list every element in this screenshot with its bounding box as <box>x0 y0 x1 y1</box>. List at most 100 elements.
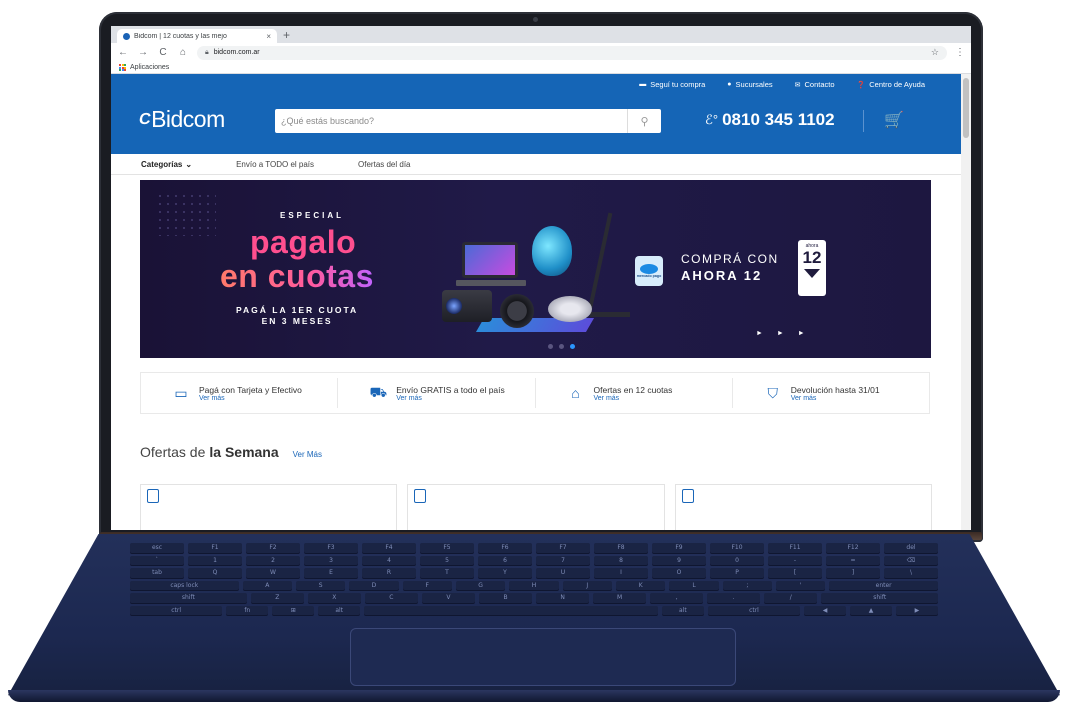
keyboard-key: F2 <box>246 543 300 553</box>
feature-tarjeta[interactable]: ▭ Pagá con Tarjeta y Efectivo Ver más <box>141 378 339 408</box>
keyboard-key: tab <box>130 568 184 578</box>
topnav-ayuda[interactable]: ❓ Centro de Ayuda <box>857 80 925 89</box>
keyboard-key: caps lock <box>130 580 239 590</box>
product-card[interactable] <box>407 484 665 530</box>
feature-link[interactable]: Ver más <box>199 395 302 402</box>
search-icon[interactable]: ⚲ <box>627 109 661 133</box>
cart-icon[interactable]: 🛒 <box>884 110 904 130</box>
keyboard-key: H <box>509 580 559 590</box>
trackpad <box>350 628 736 686</box>
keyboard-key: L <box>669 580 719 590</box>
keyboard-key: esc <box>130 543 184 553</box>
product-card[interactable] <box>674 484 932 530</box>
mercadopago-label: mercado pago <box>636 273 662 278</box>
feature-envio[interactable]: ⛟ Envío GRATIS a todo el país Ver más <box>338 378 536 408</box>
home-icon[interactable]: ⌂ <box>177 47 189 58</box>
banner-products-image <box>440 208 640 338</box>
shield-check-icon: ⛉ <box>767 384 779 401</box>
browser-tab[interactable]: Bidcom | 12 cuotas y las mejo × <box>117 29 277 43</box>
feature-link[interactable]: Ver más <box>791 395 880 402</box>
browser-menu-icon[interactable]: ⋮ <box>955 47 965 58</box>
keyboard-key: N <box>536 593 590 603</box>
categories-menu[interactable]: Categorías ⌄ <box>141 160 192 169</box>
keyboard-key: F11 <box>768 543 822 553</box>
robot-vacuum-image <box>548 296 592 322</box>
slider-arrows-icon[interactable]: ► ► ► <box>756 330 811 337</box>
keyboard-key: I <box>594 568 648 578</box>
slider-dot[interactable] <box>559 344 564 349</box>
laptop-screen: Bidcom | 12 cuotas y las mejo × + ← → C … <box>111 26 971 530</box>
keyboard-key: enter <box>829 580 938 590</box>
search-input[interactable] <box>275 116 627 126</box>
apps-grid-icon[interactable] <box>119 64 126 71</box>
keyboard-key: 0 <box>710 555 764 565</box>
feature-devolucion[interactable]: ⛉ Devolución hasta 31/01 Ver más <box>733 378 929 408</box>
product-card[interactable] <box>140 484 398 530</box>
keyboard-row: shift Z X C V B N M,. / shift <box>130 593 939 603</box>
web-page: ▬ Seguí tu compra ● Sucursales ✉ Contact… <box>111 74 961 530</box>
bidcom-logo[interactable]: C Bidcom <box>137 106 226 133</box>
keyboard-key: F <box>402 580 452 590</box>
page-scrollbar[interactable] <box>961 74 971 530</box>
slider-dot[interactable] <box>570 344 575 349</box>
keyboard-key: ctrl <box>707 605 801 615</box>
keyboard-key: ctrl <box>130 605 223 615</box>
catbar-link-envio[interactable]: Envío a TODO el país <box>236 160 314 169</box>
keyboard-key: J <box>562 580 612 590</box>
keyboard-key: - <box>768 555 822 565</box>
banner-subtitle-1: PAGÁ LA 1ER CUOTA <box>236 305 359 315</box>
categories-label: Categorías <box>141 159 183 169</box>
topnav-contacto[interactable]: ✉ Contacto <box>795 80 835 89</box>
keyboard-key: F5 <box>420 543 474 553</box>
bookmark-apps-label[interactable]: Aplicaciones <box>130 64 169 71</box>
new-tab-button[interactable]: + <box>283 28 290 42</box>
close-icon[interactable]: × <box>266 32 271 41</box>
calendar-icon <box>147 489 159 503</box>
hero-banner[interactable]: ESPECIAL pagalo en cuotas PAGÁ LA 1ER CU… <box>140 180 931 358</box>
keyboard-key: fn <box>226 605 269 615</box>
topnav-label: Contacto <box>804 80 835 89</box>
feature-cuotas[interactable]: ⌂ Ofertas en 12 cuotas Ver más <box>536 378 733 408</box>
header-divider <box>863 110 864 132</box>
catbar-link-ofertas[interactable]: Ofertas del día <box>358 160 410 169</box>
keyboard-key: U <box>536 568 590 578</box>
scrollbar-thumb[interactable] <box>963 78 969 138</box>
ver-mas-link[interactable]: Ver Más <box>293 450 322 459</box>
bookmark-star-icon[interactable]: ☆ <box>931 47 939 58</box>
banner-dot-pattern <box>156 192 216 236</box>
keyboard-key: C <box>364 593 418 603</box>
keyboard-key: M <box>593 593 647 603</box>
reload-icon[interactable]: C <box>157 47 169 58</box>
keyboard-key: 1 <box>188 555 242 565</box>
ahora12-number: 12 <box>802 248 822 267</box>
banner-compra-2: AHORA 12 <box>681 267 763 283</box>
slider-dot[interactable] <box>548 344 553 349</box>
topnav-sucursales[interactable]: ● Sucursales <box>727 80 772 89</box>
forward-icon[interactable]: → <box>137 47 149 58</box>
topnav-seguimiento[interactable]: ▬ Seguí tu compra <box>639 80 705 89</box>
feature-title: Pagá con Tarjeta y Efectivo <box>199 384 302 395</box>
keyboard-key <box>364 605 658 615</box>
category-bar: Categorías ⌄ Envío a TODO el país Oferta… <box>111 154 961 175</box>
keyboard-key: F4 <box>362 543 416 553</box>
address-bar[interactable]: 🔒︎ bidcom.com.ar ☆ <box>197 45 947 60</box>
keyboard-key: Z <box>250 593 304 603</box>
keyboard-key: shift <box>130 593 247 603</box>
keyboard-key: alt <box>661 605 704 615</box>
keyboard-key: T <box>420 568 474 578</box>
keyboard-key: S <box>295 580 346 590</box>
top-nav: ▬ Seguí tu compra ● Sucursales ✉ Contact… <box>639 80 925 89</box>
back-icon[interactable]: ← <box>117 47 129 58</box>
feature-link[interactable]: Ver más <box>594 395 673 402</box>
site-header: ▬ Seguí tu compra ● Sucursales ✉ Contact… <box>111 74 961 154</box>
keyboard-key: ' <box>776 580 826 590</box>
browser-toolbar: ← → C ⌂ 🔒︎ bidcom.com.ar ☆ ⋮ <box>111 43 971 62</box>
keyboard-row: ctrl fn ⊞ alt alt ctrl ◀ ▲ ▶ <box>130 605 938 615</box>
tag-icon: ⌂ <box>571 385 580 401</box>
keyboard-key: F9 <box>652 543 706 553</box>
phone-contact[interactable]: ℰ° 0810 345 1102 <box>705 110 835 130</box>
feature-title: Devolución hasta 31/01 <box>790 384 880 395</box>
keyboard-row: caps lock A S D F G H J K L; ' enter <box>130 580 938 590</box>
logo-mark-icon: C <box>137 110 152 128</box>
feature-link[interactable]: Ver más <box>396 395 505 402</box>
